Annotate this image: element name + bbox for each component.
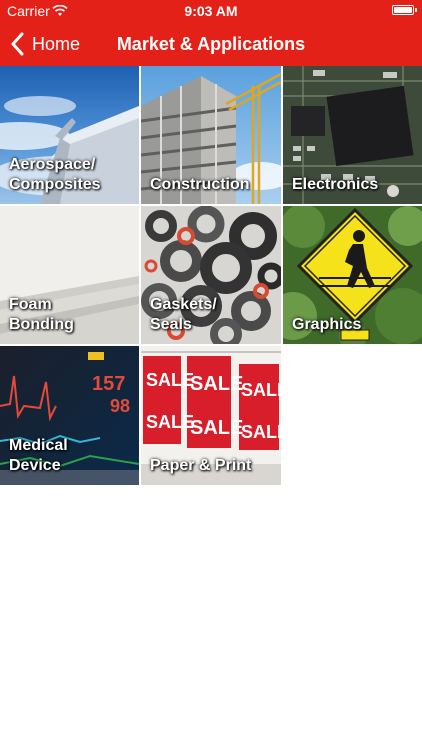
sale-text: SALE — [146, 370, 194, 390]
caption-line: Foam — [9, 296, 52, 313]
caption-line: Bonding — [9, 316, 74, 333]
caption-line: Paper & Print — [150, 457, 252, 474]
tile-caption: Aerospace/ Composites — [9, 155, 133, 195]
caption-line: Composites — [9, 176, 101, 193]
tile-caption: Construction — [150, 175, 274, 195]
tile-medical-device[interactable]: 157 98 Medical Device — [0, 346, 139, 485]
sale-text: SALE — [241, 380, 281, 400]
tile-gaskets-seals[interactable]: Gaskets/ Seals — [141, 206, 281, 344]
sale-text: SALE — [146, 412, 194, 432]
tile-construction[interactable]: Construction — [141, 66, 281, 204]
sale-text: SALE — [190, 373, 243, 395]
navigation-bar: Home Market & Applications — [0, 22, 422, 66]
sale-text: SALE — [241, 422, 281, 442]
caption-line: Construction — [150, 176, 250, 193]
monitor-reading: 157 — [92, 373, 125, 395]
page-title: Market & Applications — [116, 34, 306, 54]
clock: 9:03 AM — [184, 3, 238, 19]
caption-line: Graphics — [292, 316, 362, 333]
tile-caption: Foam Bonding — [9, 295, 133, 335]
tile-caption: Electronics — [292, 175, 416, 195]
caption-line: Gaskets/ — [150, 296, 217, 313]
tile-caption: Graphics — [292, 315, 416, 335]
tile-paper-print[interactable]: SALE SALE SALE SALE SALE SALE Paper & Pr… — [141, 346, 281, 485]
tile-foam-bonding[interactable]: Foam Bonding — [0, 206, 139, 344]
tile-electronics[interactable]: Electronics — [283, 66, 422, 204]
caption-line: Device — [9, 457, 61, 474]
caption-line: Medical — [9, 437, 68, 454]
battery-icon — [392, 5, 414, 15]
battery-tip — [415, 8, 417, 12]
tile-caption: Gaskets/ Seals — [150, 295, 274, 335]
caption-line: Electronics — [292, 176, 379, 193]
tile-graphics[interactable]: Graphics — [283, 206, 422, 344]
status-bar: Carrier 9:03 AM — [0, 0, 422, 22]
tile-caption: Paper & Print — [150, 456, 274, 476]
monitor-reading: 98 — [110, 396, 130, 416]
caption-line: Aerospace/ — [9, 156, 96, 173]
tile-caption: Medical Device — [9, 436, 133, 476]
caption-line: Seals — [150, 316, 192, 333]
sale-text: SALE — [190, 417, 243, 439]
tile-aerospace-composites[interactable]: Aerospace/ Composites — [0, 66, 139, 204]
